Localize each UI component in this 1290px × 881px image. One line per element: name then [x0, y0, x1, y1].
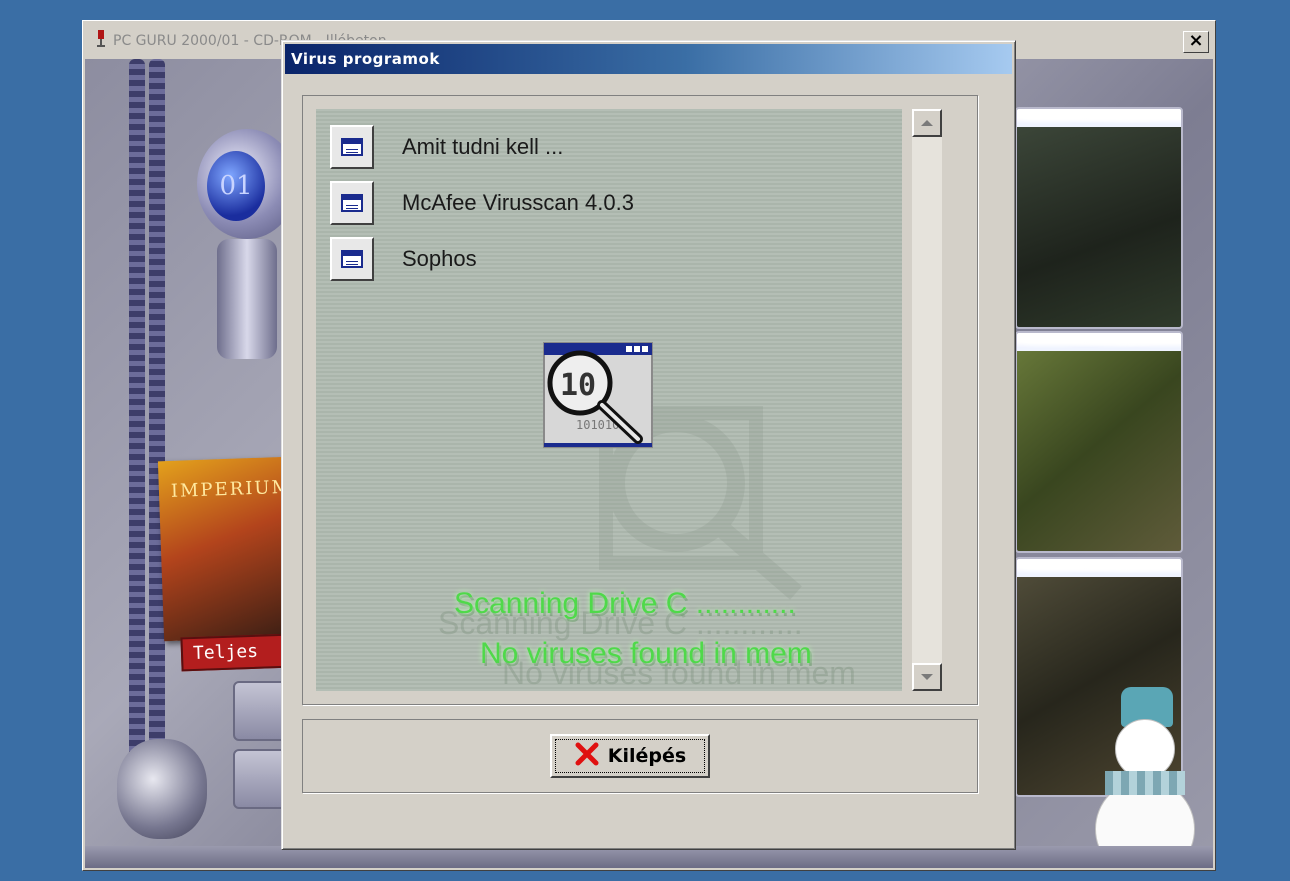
list-item-sophos[interactable]: Sophos [330, 237, 477, 281]
game-box-title: IMPERIUM [170, 476, 293, 502]
virus-scan-icon: 101010 10 [543, 342, 653, 448]
exit-button[interactable]: Kilépés [550, 734, 710, 778]
dialog-title: Virus programok [291, 50, 440, 68]
program-window-icon[interactable] [330, 125, 374, 169]
snowman-head [1115, 719, 1175, 779]
list-item-label[interactable]: Sophos [402, 246, 477, 272]
pendant-decoration [117, 739, 207, 839]
list-item-label[interactable]: McAfee Virusscan 4.0.3 [402, 190, 634, 216]
game-screenshot-1[interactable] [1015, 107, 1183, 329]
list-item-mcafee[interactable]: McAfee Virusscan 4.0.3 [330, 181, 634, 225]
arrow-up-icon [921, 120, 933, 126]
close-icon[interactable]: × [1183, 31, 1209, 53]
scan-status-line-2: No viruses found in mem [480, 637, 812, 670]
vertical-scrollbar[interactable] [912, 109, 942, 691]
app-icon [95, 30, 107, 52]
close-x-icon [574, 741, 600, 771]
robot-eye: 01 [207, 151, 265, 221]
scroll-up-button[interactable] [912, 109, 942, 137]
game-screenshot-2[interactable] [1015, 331, 1183, 553]
exit-button-label: Kilépés [607, 745, 687, 767]
scan-status-line-1: Scanning Drive C ............ [454, 587, 796, 620]
arrow-down-icon [921, 674, 933, 680]
svg-text:10: 10 [560, 368, 596, 403]
program-window-icon[interactable] [330, 237, 374, 281]
list-item-label[interactable]: Amit tudni kell ... [402, 134, 563, 160]
rope-decoration [149, 59, 165, 749]
snowman-scarf [1105, 771, 1185, 795]
list-item-amit-tudni-kell[interactable]: Amit tudni kell ... [330, 125, 563, 169]
program-window-icon[interactable] [330, 181, 374, 225]
program-list: Amit tudni kell ... McAfee Virusscan 4.0… [316, 109, 902, 691]
scroll-down-button[interactable] [912, 663, 942, 691]
virus-programs-dialog: Virus programok Amit tudni kell ... McAf… [281, 40, 1016, 850]
rope-decoration [129, 59, 145, 779]
game-box-art[interactable]: IMPERIUM [157, 456, 295, 642]
robot-neck [217, 239, 277, 359]
dialog-titlebar[interactable]: Virus programok [285, 44, 1012, 74]
